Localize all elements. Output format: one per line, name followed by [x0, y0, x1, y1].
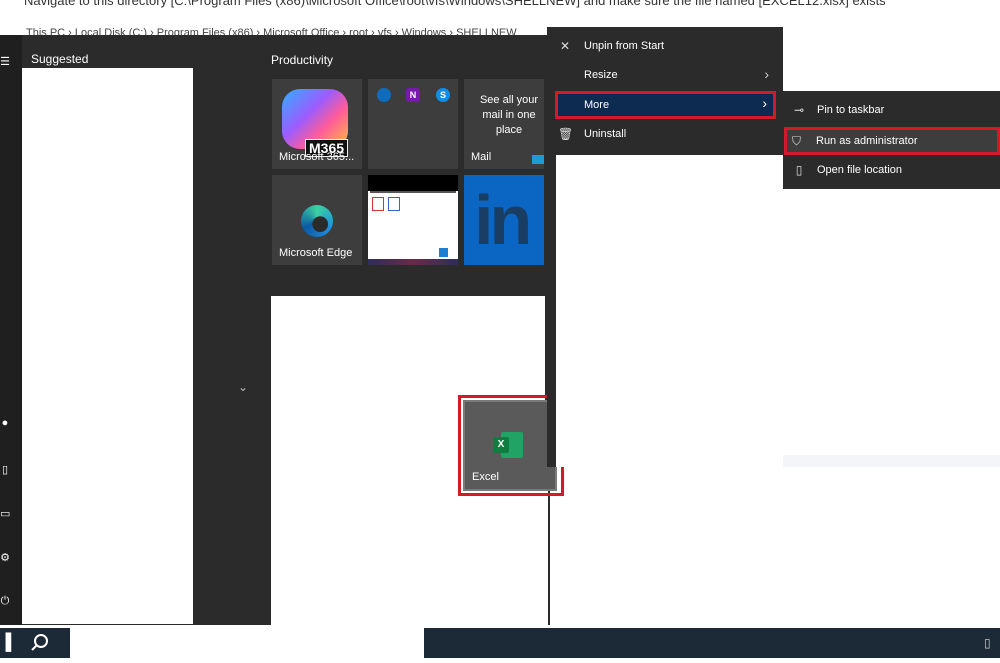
tile-office-apps[interactable]: N S: [367, 78, 459, 170]
submenu-item-label: Run as administrator: [816, 135, 918, 147]
preview-titlebar: [368, 175, 458, 191]
pictures-icon[interactable]: ▭: [0, 507, 10, 520]
suggested-heading: Suggested: [31, 52, 89, 66]
settings-icon[interactable]: ⚙: [0, 551, 10, 564]
instruction-text: Navigate to this directory [C:\Program F…: [24, 0, 886, 8]
taskbar-redacted-area: [70, 628, 424, 658]
user-icon[interactable]: ●: [0, 417, 10, 429]
menu-item-resize[interactable]: Resize ›: [547, 62, 783, 90]
menu-item-more[interactable]: More ›: [555, 91, 776, 119]
preview-line: [370, 191, 456, 193]
excel-icon-letter: X: [493, 437, 509, 453]
tile-microsoft-edge[interactable]: Microsoft Edge: [271, 174, 363, 266]
search-icon[interactable]: [22, 628, 56, 658]
onenote-icon: N: [406, 88, 420, 102]
folder-icon: ▯: [795, 163, 803, 177]
submenu-item-run-as-administrator[interactable]: ⛉ Run as administrator: [784, 127, 1000, 155]
preview-footer: [368, 259, 458, 265]
expand-icon: [439, 248, 448, 257]
pdf-icon: [372, 197, 384, 211]
onedrive-icon: [377, 88, 391, 102]
submenu-item-label: Open file location: [817, 164, 902, 176]
documents-icon[interactable]: ▯: [0, 463, 10, 476]
tile-label: Excel: [472, 471, 499, 483]
suggested-list-redacted: [22, 68, 193, 624]
edge-icon: [301, 205, 333, 237]
tile-microsoft-365[interactable]: M365 Microsoft 365...: [271, 78, 363, 170]
submenu-item-label: Pin to taskbar: [817, 104, 885, 116]
power-icon[interactable]: ⏻: [0, 595, 10, 608]
menu-item-label: Resize: [584, 69, 618, 81]
app-list-item-cutoff[interactable]: Firefox: [60, 612, 94, 624]
tile-linkedin[interactable]: in: [463, 174, 545, 266]
hamburger-icon[interactable]: ☰: [0, 55, 10, 68]
chevron-right-icon: ›: [762, 95, 767, 111]
mail-tile-text: See all your mail in one place: [479, 94, 539, 136]
chevron-right-icon: ›: [764, 66, 769, 82]
redacted-menu-area: [556, 155, 783, 467]
excel-icon: X: [493, 432, 523, 458]
unpin-icon: ✕: [559, 39, 571, 53]
menu-item-unpin-from-start[interactable]: ✕ Unpin from Start: [547, 33, 783, 61]
tile-label: Microsoft 365...: [279, 151, 355, 163]
tile-label: Mail: [471, 151, 492, 163]
submenu-item-open-file-location[interactable]: ▯ Open file location: [783, 156, 1000, 186]
productivity-heading: Productivity: [271, 53, 334, 67]
tile-screenshot-preview[interactable]: [367, 174, 459, 266]
menu-item-label: Unpin from Start: [584, 40, 665, 52]
shield-icon: ⛉: [792, 134, 802, 148]
pin-icon: ⊸: [793, 103, 805, 117]
show-desktop-icon[interactable]: ▯: [984, 628, 1000, 658]
start-button-icon[interactable]: ▐: [0, 628, 14, 658]
tile-label: Microsoft Edge: [279, 247, 353, 259]
linkedin-icon: in: [474, 181, 532, 259]
menu-item-label: More: [584, 99, 610, 111]
menu-item-uninstall[interactable]: 🗑 Uninstall: [547, 121, 783, 149]
menu-item-label: Uninstall: [584, 128, 627, 140]
start-left-rail: ☰ ● ▯ ▭ ⚙ ⏻: [0, 35, 22, 625]
document-icon: [388, 197, 400, 211]
mail-icon: [532, 155, 544, 164]
trash-icon: 🗑: [558, 127, 574, 141]
tile-mail[interactable]: See all your mail in one place Mail: [463, 78, 545, 170]
skype-icon: S: [436, 88, 450, 102]
submenu-item-pin-to-taskbar[interactable]: ⊸ Pin to taskbar: [783, 96, 1000, 126]
chevron-down-icon[interactable]: ⌄: [238, 380, 248, 394]
tile-excel[interactable]: X Excel: [463, 400, 557, 491]
